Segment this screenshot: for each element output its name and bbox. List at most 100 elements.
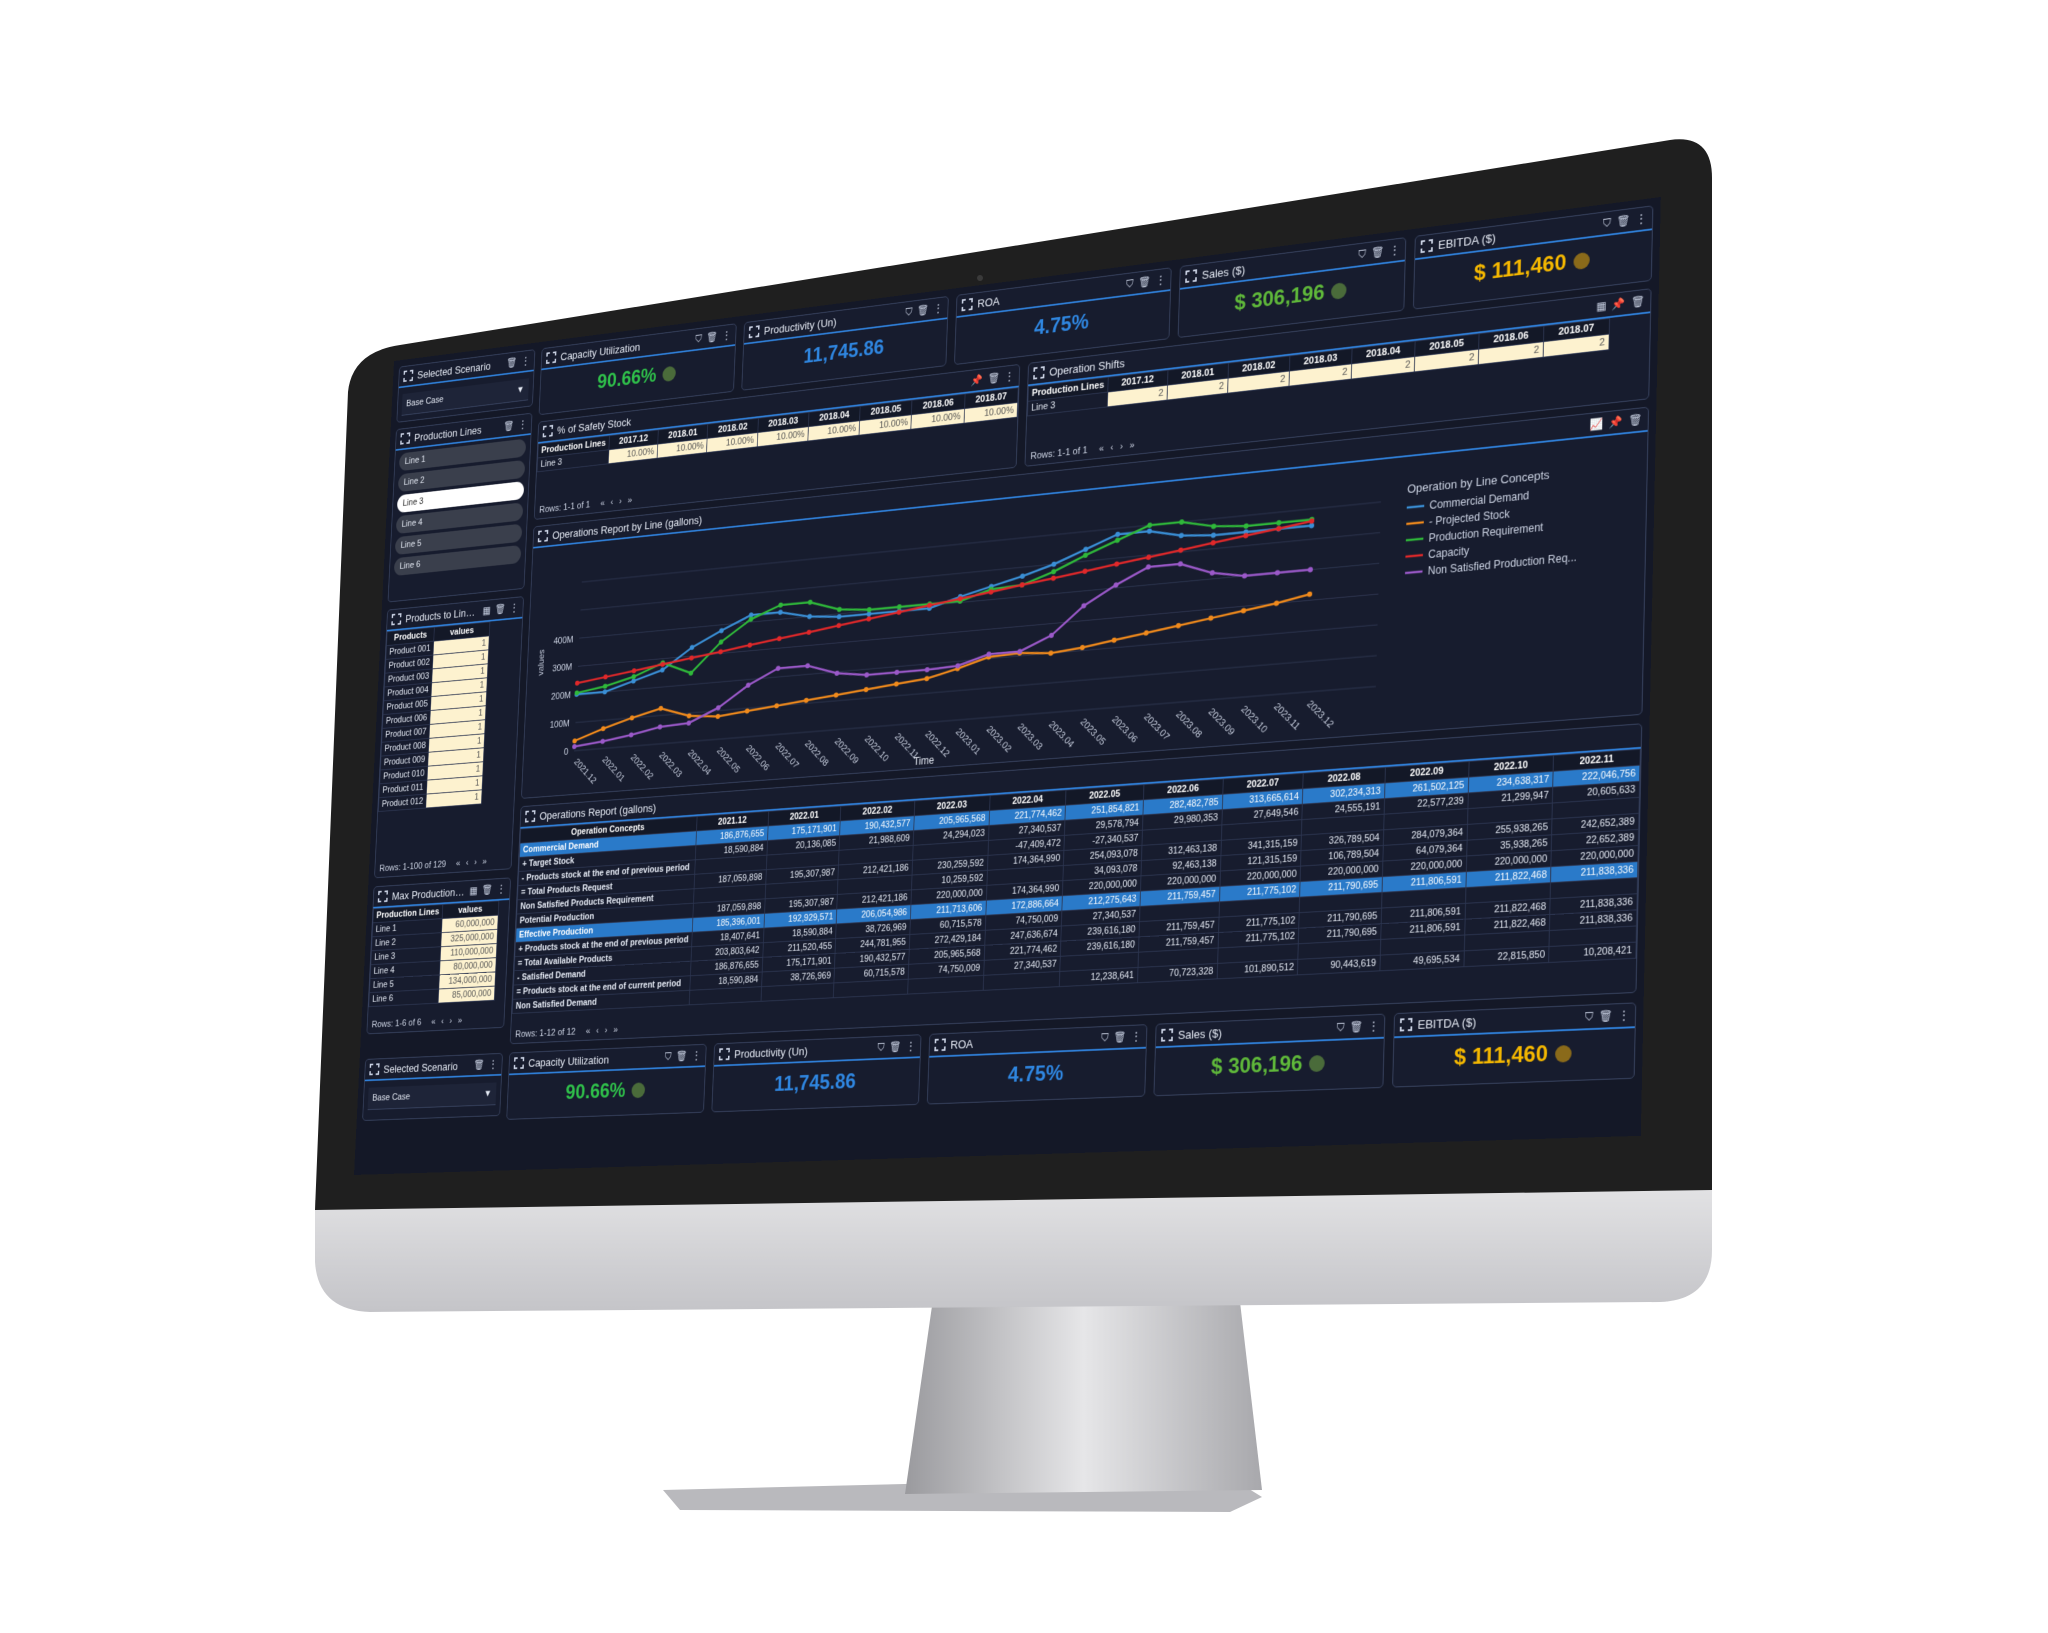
trash-icon[interactable]: 🗑 bbox=[1631, 294, 1645, 309]
prev-page-button[interactable]: ‹ bbox=[596, 1026, 599, 1036]
first-page-button[interactable]: « bbox=[456, 858, 461, 868]
trash-icon[interactable]: 🗑 bbox=[506, 356, 517, 369]
table-icon[interactable]: ▦ bbox=[482, 604, 491, 616]
last-page-button[interactable]: » bbox=[457, 1016, 462, 1026]
prev-page-button[interactable]: ‹ bbox=[610, 497, 613, 507]
value-cell: 70,723,328 bbox=[1137, 963, 1218, 983]
data-point bbox=[1274, 569, 1280, 576]
filter-icon[interactable]: ⛉ bbox=[1585, 1010, 1594, 1025]
expand-icon[interactable] bbox=[749, 325, 760, 338]
line-chart-icon[interactable]: 📈 bbox=[1590, 417, 1604, 431]
expand-icon[interactable] bbox=[546, 351, 556, 364]
next-page-button[interactable]: › bbox=[1120, 441, 1123, 452]
prev-page-button[interactable]: ‹ bbox=[441, 1016, 444, 1026]
pin-icon[interactable]: 📌 bbox=[1612, 297, 1626, 311]
expand-icon[interactable] bbox=[719, 1048, 730, 1061]
kpi-header: Productivity (Un) ⛉ 🗑 ⋮ bbox=[714, 1035, 921, 1067]
next-page-button[interactable]: › bbox=[619, 496, 622, 506]
expand-icon[interactable] bbox=[391, 613, 401, 625]
expand-icon[interactable] bbox=[543, 425, 554, 438]
kpi-value: 11,745.86 bbox=[803, 335, 885, 369]
trash-icon[interactable]: 🗑 bbox=[706, 331, 718, 344]
kebab-menu-icon[interactable]: ⋮ bbox=[1131, 1030, 1141, 1043]
last-page-button[interactable]: » bbox=[482, 857, 487, 867]
kebab-menu-icon[interactable]: ⋮ bbox=[1389, 243, 1400, 257]
expand-icon[interactable] bbox=[400, 432, 410, 444]
filter-icon[interactable]: ⛉ bbox=[1603, 216, 1611, 231]
scenario-select[interactable]: Base Case ▼ bbox=[367, 1082, 497, 1111]
prev-page-button[interactable]: ‹ bbox=[1110, 442, 1113, 453]
filter-icon[interactable]: ⛉ bbox=[1126, 277, 1134, 291]
next-page-button[interactable]: › bbox=[449, 1016, 452, 1026]
kebab-menu-icon[interactable]: ⋮ bbox=[722, 329, 731, 342]
expand-icon[interactable] bbox=[538, 530, 549, 543]
kebab-menu-icon[interactable]: ⋮ bbox=[518, 418, 527, 430]
trash-icon[interactable]: 🗑 bbox=[676, 1050, 688, 1062]
pin-icon[interactable]: 📌 bbox=[971, 373, 983, 386]
table-icon[interactable]: ▦ bbox=[469, 885, 478, 897]
data-point bbox=[715, 705, 721, 711]
value-cell[interactable]: 1 bbox=[425, 789, 483, 808]
filter-icon[interactable]: ⛉ bbox=[1358, 247, 1366, 261]
trash-icon[interactable]: 🗑 bbox=[1371, 245, 1384, 259]
last-page-button[interactable]: » bbox=[627, 495, 632, 505]
first-page-button[interactable]: « bbox=[431, 1017, 436, 1027]
expand-icon[interactable] bbox=[961, 298, 972, 311]
kebab-menu-icon[interactable]: ⋮ bbox=[1618, 1008, 1629, 1022]
expand-icon[interactable] bbox=[934, 1038, 946, 1051]
trash-icon[interactable]: 🗑 bbox=[473, 1059, 484, 1071]
trash-icon[interactable]: 🗑 bbox=[917, 304, 929, 317]
kebab-menu-icon[interactable]: ⋮ bbox=[906, 1040, 916, 1053]
kebab-menu-icon[interactable]: ⋮ bbox=[521, 355, 530, 367]
monitor-neck bbox=[905, 1302, 1262, 1494]
trash-icon[interactable]: 🗑 bbox=[1599, 1009, 1613, 1023]
kebab-menu-icon[interactable]: ⋮ bbox=[692, 1049, 702, 1061]
kebab-menu-icon[interactable]: ⋮ bbox=[489, 1058, 498, 1070]
last-page-button[interactable]: » bbox=[1129, 440, 1134, 451]
expand-icon[interactable] bbox=[1033, 366, 1045, 379]
kebab-menu-icon[interactable]: ⋮ bbox=[497, 883, 506, 895]
filter-icon[interactable]: ⛉ bbox=[1337, 1020, 1345, 1034]
expand-icon[interactable] bbox=[1400, 1018, 1413, 1032]
value-cell[interactable]: 85,000,000 bbox=[438, 986, 495, 1004]
filter-icon[interactable]: ⛉ bbox=[905, 305, 912, 319]
filter-icon[interactable]: ⛉ bbox=[1101, 1031, 1109, 1045]
first-page-button[interactable]: « bbox=[600, 498, 605, 508]
prev-page-button[interactable]: ‹ bbox=[466, 858, 469, 868]
expand-icon[interactable] bbox=[514, 1057, 525, 1069]
kebab-menu-icon[interactable]: ⋮ bbox=[1004, 370, 1014, 383]
expand-icon[interactable] bbox=[525, 810, 536, 822]
expand-icon[interactable] bbox=[403, 370, 413, 382]
kebab-menu-icon[interactable]: ⋮ bbox=[510, 602, 519, 614]
trash-icon[interactable]: 🗑 bbox=[1113, 1031, 1126, 1044]
trash-icon[interactable]: 🗑 bbox=[495, 603, 506, 616]
expand-icon[interactable] bbox=[378, 890, 388, 902]
pin-icon[interactable]: 📌 bbox=[1609, 415, 1623, 429]
next-page-button[interactable]: › bbox=[474, 857, 477, 867]
trash-icon[interactable]: 🗑 bbox=[889, 1040, 901, 1053]
trash-icon[interactable]: 🗑 bbox=[503, 420, 514, 433]
kebab-menu-icon[interactable]: ⋮ bbox=[1156, 273, 1166, 286]
expand-icon[interactable] bbox=[1161, 1028, 1173, 1041]
filter-icon[interactable]: ⛉ bbox=[695, 332, 702, 345]
trash-icon[interactable]: 🗑 bbox=[1616, 214, 1630, 229]
trash-icon[interactable]: 🗑 bbox=[1350, 1020, 1364, 1034]
trash-icon[interactable]: 🗑 bbox=[482, 884, 493, 896]
data-point bbox=[657, 724, 663, 730]
next-page-button[interactable]: › bbox=[604, 1025, 607, 1035]
trash-icon[interactable]: 🗑 bbox=[988, 371, 1000, 384]
table-icon[interactable]: ▦ bbox=[1596, 299, 1607, 313]
expand-icon[interactable] bbox=[1185, 269, 1197, 283]
expand-icon[interactable] bbox=[369, 1063, 379, 1075]
expand-icon[interactable] bbox=[1421, 239, 1434, 253]
first-page-button[interactable]: « bbox=[586, 1026, 591, 1036]
trash-icon[interactable]: 🗑 bbox=[1628, 413, 1642, 427]
trash-icon[interactable]: 🗑 bbox=[1138, 275, 1151, 289]
last-page-button[interactable]: » bbox=[613, 1025, 618, 1035]
filter-icon[interactable]: ⛉ bbox=[665, 1050, 672, 1063]
kebab-menu-icon[interactable]: ⋮ bbox=[933, 302, 943, 315]
filter-icon[interactable]: ⛉ bbox=[877, 1041, 885, 1054]
kebab-menu-icon[interactable]: ⋮ bbox=[1636, 212, 1647, 226]
kebab-menu-icon[interactable]: ⋮ bbox=[1368, 1019, 1379, 1032]
first-page-button[interactable]: « bbox=[1099, 443, 1104, 454]
